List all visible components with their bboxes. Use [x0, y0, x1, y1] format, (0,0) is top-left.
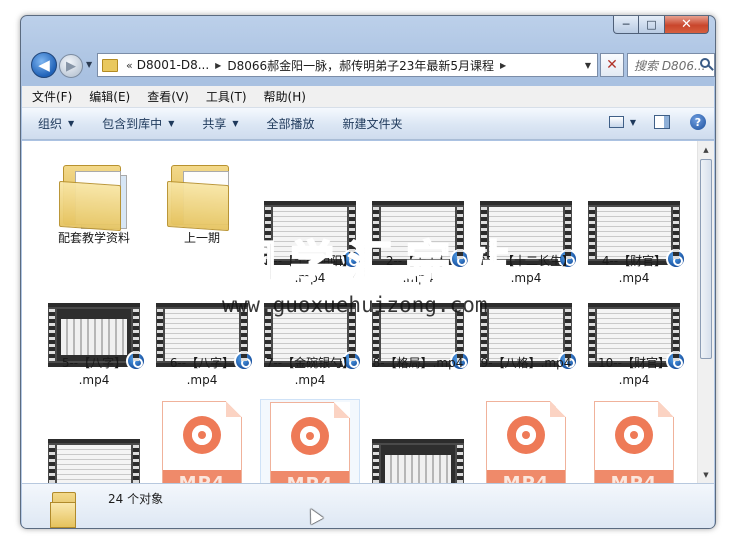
menu-help[interactable]: 帮助(H)	[264, 88, 306, 105]
chevron-down-icon: ▼	[232, 119, 239, 128]
include-in-library-label: 包含到库中	[102, 117, 163, 131]
search-icon[interactable]	[700, 58, 710, 68]
file-name: 4--【财官】 .mp4	[601, 254, 667, 285]
vertical-scrollbar[interactable]: ▲ ▼	[697, 141, 714, 483]
menu-view[interactable]: 查看(V)	[147, 88, 189, 105]
file-name: 5--【八字】 .mp4	[61, 356, 127, 387]
forward-button[interactable]: ▶	[59, 54, 83, 78]
mp4-file-item[interactable]: MP4	[152, 401, 252, 483]
breadcrumb-separator-icon[interactable]: ▶	[500, 61, 506, 70]
video-item[interactable]	[368, 427, 468, 483]
watermark-title: 国学汇宗站	[231, 236, 522, 289]
details-pane: 24 个对象	[22, 483, 714, 528]
scroll-up-icon[interactable]: ▲	[698, 141, 714, 158]
video-item[interactable]: 4--【财官】 .mp4	[584, 189, 686, 285]
preview-pane-icon[interactable]	[654, 115, 670, 129]
recent-pages-dropdown-icon[interactable]: ▼	[86, 60, 92, 69]
help-icon[interactable]: ?	[690, 114, 706, 130]
video-item[interactable]: 10--【财官】 .mp4	[584, 291, 686, 387]
file-name: 8-【格局】.mp4	[372, 356, 464, 370]
folder-icon	[59, 165, 129, 232]
menu-file[interactable]: 文件(F)	[32, 88, 72, 105]
mp4-file-item-selected[interactable]: MP4	[260, 399, 360, 483]
command-bar: 组织 ▼ 包含到库中 ▼ 共享 ▼ 全部播放 新建文件夹 ▼ ?	[22, 108, 714, 140]
mp4-file-item[interactable]: MP4	[584, 401, 684, 483]
menu-tools[interactable]: 工具(T)	[206, 88, 247, 105]
item-count: 24 个对象	[108, 492, 164, 506]
watermark-url: www.guoxuehuizong.com	[222, 293, 488, 317]
video-thumbnail	[48, 439, 140, 483]
mp4-file-item[interactable]: MP4	[476, 401, 576, 483]
play-all-button[interactable]: 全部播放	[267, 115, 315, 132]
file-name: 7--【金碗银勺】 .mp4	[265, 356, 355, 387]
folder-icon	[50, 492, 80, 528]
chevron-down-icon: ▼	[68, 119, 75, 128]
maximize-button[interactable]: □	[639, 16, 665, 34]
search-placeholder: 搜索 D806...	[634, 58, 706, 73]
breadcrumb-item-current[interactable]: D8066郝金阳一脉，郝传明弟子23年最新5月课程	[227, 57, 494, 74]
caption-buttons: ─ □ ✕	[613, 16, 709, 34]
view-controls: ▼ ?	[608, 114, 706, 130]
organize-label: 组织	[38, 117, 63, 131]
navigation-bar: ◀ ▶ ▼ « D8001-D8... ▶ D8066郝金阳一脉，郝传明弟子23…	[29, 52, 715, 80]
folder-icon	[102, 58, 118, 72]
mouse-cursor-icon	[304, 505, 324, 525]
clear-address-button[interactable]: ✕	[600, 53, 624, 77]
menu-edit[interactable]: 编辑(E)	[89, 88, 130, 105]
video-item[interactable]	[44, 427, 144, 483]
mp4-file-icon: MP4	[162, 401, 242, 483]
breadcrumb-separator-icon[interactable]: ▶	[215, 61, 221, 70]
file-name: 10--【财官】 .mp4	[598, 356, 670, 387]
breadcrumb-item-parent[interactable]: D8001-D8...	[137, 58, 209, 72]
organize-button[interactable]: 组织 ▼	[38, 115, 74, 132]
chevron-down-icon: ▼	[168, 119, 175, 128]
breadcrumb-overflow-icon[interactable]: «	[126, 59, 133, 72]
include-in-library-button[interactable]: 包含到库中 ▼	[102, 115, 174, 132]
view-options-dropdown-icon[interactable]: ▼	[630, 118, 636, 127]
share-button[interactable]: 共享 ▼	[202, 115, 238, 132]
folder-item[interactable]: 配套教学资料	[44, 153, 144, 249]
share-label: 共享	[202, 117, 227, 131]
scroll-down-icon[interactable]: ▼	[698, 466, 714, 483]
mp4-file-icon: MP4	[270, 402, 350, 483]
new-folder-button[interactable]: 新建文件夹	[343, 115, 403, 132]
change-view-icon[interactable]	[608, 116, 624, 128]
back-button[interactable]: ◀	[31, 52, 57, 78]
address-dropdown-icon[interactable]: ▼	[585, 61, 591, 70]
search-input[interactable]: 搜索 D806...	[627, 53, 715, 77]
scrollbar-thumb[interactable]	[700, 159, 712, 359]
video-item[interactable]: 5--【八字】 .mp4	[44, 291, 146, 387]
address-bar[interactable]: « D8001-D8... ▶ D8066郝金阳一脉，郝传明弟子23年最新5月课…	[97, 53, 598, 77]
menu-bar: 文件(F) 编辑(E) 查看(V) 工具(T) 帮助(H)	[22, 86, 714, 108]
file-name: 配套教学资料	[57, 231, 130, 245]
file-name: 9-【八格】.mp4	[480, 356, 572, 370]
video-item[interactable]: 9-【八格】.mp4	[476, 291, 578, 387]
video-thumbnail	[372, 439, 464, 483]
folder-icon	[167, 165, 237, 232]
mp4-file-icon: MP4	[594, 401, 674, 483]
minimize-button[interactable]: ─	[613, 16, 639, 34]
close-button[interactable]: ✕	[665, 16, 709, 34]
file-name: 6--【八字】 .mp4	[169, 356, 235, 387]
mp4-file-icon: MP4	[486, 401, 566, 483]
